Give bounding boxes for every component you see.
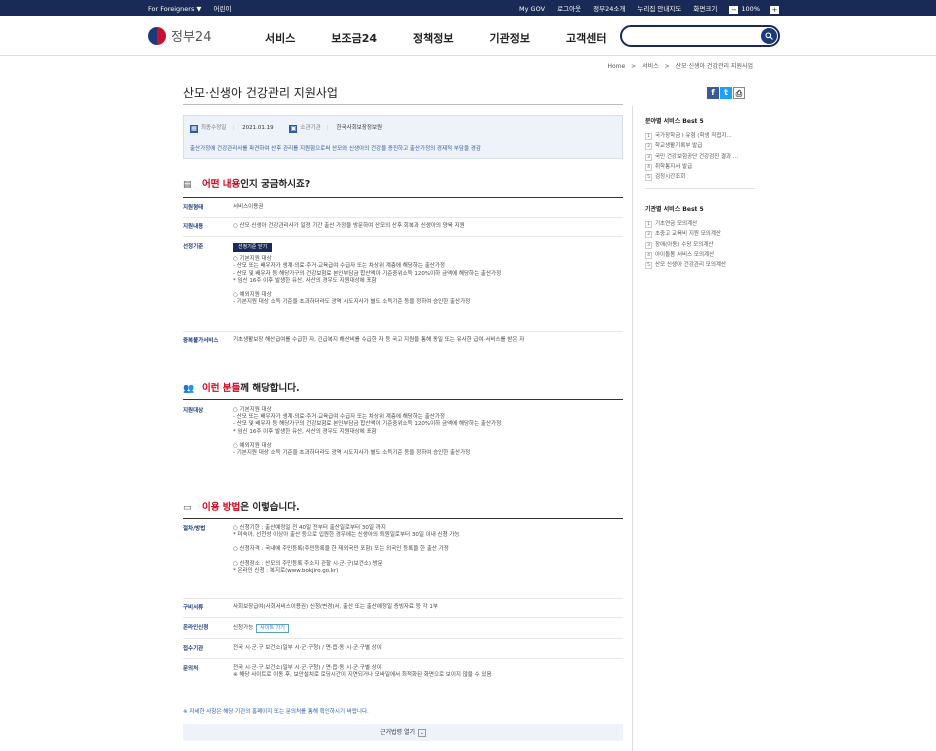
- taeguk-logo-icon: [148, 26, 166, 45]
- section-divider: [183, 399, 623, 400]
- search-icon: [765, 32, 773, 40]
- sidebar-item[interactable]: 1 기초연금 모의계산: [645, 219, 755, 229]
- zoom-in-button[interactable]: +: [770, 6, 779, 14]
- criteria-toggle-button[interactable]: 선정기준 닫기: [233, 243, 273, 253]
- row-label: 지원대상: [183, 408, 204, 414]
- breadcrumb-separator: >: [631, 63, 637, 70]
- row-value: 기초생활보장 해산급여를 수급한 자, 긴급복지 해산비를 수급한 자 등 국고…: [233, 337, 525, 343]
- sidebar-item[interactable]: 3 국민 건강보험공단 건강검진 결과 ...: [645, 152, 755, 162]
- logo[interactable]: 정부24: [148, 26, 211, 45]
- sidebar-item[interactable]: 4 아이돌봄 서비스 모의계산: [645, 250, 755, 260]
- nav-agency[interactable]: 기관정보: [490, 30, 530, 46]
- nav-policy[interactable]: 정책정보: [413, 30, 453, 46]
- row-label: 접수기관: [183, 646, 204, 652]
- facebook-icon[interactable]: f: [707, 87, 719, 99]
- chevron-down-icon: ⌄: [418, 729, 427, 737]
- org-value: 한국사회보장정보원: [336, 125, 383, 131]
- share-buttons: f t ⎙: [706, 87, 745, 99]
- sidebar-item[interactable]: 5 검정시간조회: [645, 172, 755, 182]
- nav-support[interactable]: 고객센터: [566, 30, 606, 46]
- sidebar-divider: [632, 106, 633, 751]
- row-label: 중복불가서비스: [183, 338, 219, 344]
- breadcrumb-service[interactable]: 서비스: [642, 63, 659, 70]
- row-value: ○ 산모·신생아 건강관리사가 일정 기간 출산 가정을 방문하여 산모의 산후…: [233, 223, 465, 229]
- row-label: 구비서류: [183, 605, 204, 611]
- row-value: 서비스이용권: [233, 204, 264, 210]
- title-divider: [183, 104, 623, 105]
- org-icon: ▣: [289, 125, 298, 133]
- sidebar-heading: 기관별 서비스 Best 5: [645, 206, 704, 213]
- sidebar-item[interactable]: 3 장애(아동) 수당 모의계산: [645, 240, 755, 250]
- section-divider: [183, 197, 623, 198]
- row-label: 선정기준: [183, 244, 204, 250]
- sidebar-org-best: 기관별 서비스 Best 5 1 기초연금 모의계산 2 초중고 교육비 지원 모의…: [645, 204, 755, 270]
- zoom-value: 100%: [741, 5, 760, 13]
- row-value: 전국 시·군·구 보건소(일부 시·군·구청) / 면·읍·동 시·군·구별 상…: [233, 645, 382, 651]
- law-toggle-button[interactable]: 근거법령 열기 ⌄: [183, 724, 623, 741]
- sidebar-field-best: 분야별 서비스 Best 5 1 국가장학금 Ⅰ 유형 (학생 직접지... 2학…: [645, 116, 755, 190]
- updated-value: 2021.01.19: [242, 125, 274, 131]
- search-box: [620, 25, 780, 47]
- twitter-icon[interactable]: t: [720, 87, 732, 99]
- service-description: 출산가정에 건강관리사를 파견하여 산후 관리를 지원함으로써 산모와 신생아의…: [190, 146, 481, 152]
- page-title: 산모·신생아 건강관리 지원사업: [183, 86, 338, 100]
- calendar-icon: ▦: [190, 125, 198, 133]
- for-foreigners-link[interactable]: For Foreigners ▼: [148, 5, 201, 13]
- kids-link[interactable]: 어린이: [214, 5, 232, 13]
- document-icon: ▤: [183, 180, 192, 190]
- sidebar-item[interactable]: 2 학교생활기록부 발급: [645, 141, 755, 151]
- sidebar-item[interactable]: 4 취학통지서 발급: [645, 162, 755, 172]
- zoom-label: 화면크기: [693, 5, 718, 13]
- sidebar-heading: 분야별 서비스 Best 5: [645, 118, 704, 125]
- logo-text: 정부24: [171, 30, 212, 45]
- go-site-button[interactable]: 사이트 가기: [256, 624, 289, 634]
- sitemap-link[interactable]: 누리집 안내지도: [637, 5, 681, 13]
- row-label: 지원내용: [183, 224, 204, 230]
- users-icon: 👥: [183, 384, 195, 394]
- section-how-heading: ▭ 이용 방법은 이렇습니다.: [183, 502, 300, 513]
- bottom-note: ※ 자세한 사항은 해당 기관의 홈페이지 또는 문의처를 통해 확인하시기 바…: [183, 709, 369, 715]
- section-who-heading: 👥 이런 분들께 해당합니다.: [183, 383, 300, 394]
- mygov-link[interactable]: My GOV: [519, 5, 545, 13]
- section-divider: [183, 518, 623, 519]
- breadcrumb: Home > 서비스 > 산모·신생아 건강관리 지원사업: [603, 61, 753, 70]
- header: 정부24 서비스 보조금24 정책정보 기관정보 고객센터: [0, 16, 936, 56]
- search-input[interactable]: [630, 30, 750, 43]
- logout-link[interactable]: 로그아웃: [557, 5, 581, 13]
- row-label: 지원형태: [183, 205, 204, 211]
- row-label: 문의처: [183, 666, 199, 672]
- row-label: 절차/방법: [183, 526, 206, 532]
- nav-service[interactable]: 서비스: [265, 30, 295, 46]
- about-link[interactable]: 정부24소개: [593, 5, 625, 13]
- main-nav: 서비스 보조금24 정책정보 기관정보 고객센터: [265, 30, 643, 46]
- breadcrumb-home[interactable]: Home: [607, 63, 625, 70]
- breadcrumb-current: 산모·신생아 건강관리 지원사업: [675, 63, 753, 70]
- row-label: 온라인신청: [183, 625, 209, 631]
- top-utility-bar: For Foreigners ▼ 어린이 My GOV 로그아웃 정부24소개 …: [0, 0, 936, 16]
- section-what-heading: ▤ 어떤 내용인지 궁금하시죠?: [183, 179, 311, 190]
- zoom-out-button[interactable]: −: [729, 6, 739, 14]
- service-info-box: ▦ 최종수정일 | 2021.01.19 ▣ 소관기관 | 한국사회보장정보원 출산가정에 …: [183, 115, 623, 159]
- updated-label: 최종수정일: [201, 125, 227, 131]
- print-icon[interactable]: ⎙: [733, 87, 745, 99]
- sidebar-item[interactable]: 5 산모 신생아 건강관리 모의계산: [645, 260, 755, 270]
- sidebar-item[interactable]: 1 국가장학금 Ⅰ 유형 (학생 직접지...: [645, 131, 755, 141]
- nav-subsidy[interactable]: 보조금24: [331, 30, 377, 46]
- row-value: 사회보장급여(사회서비스이용권) 신청(변경)서, 출산 또는 출산예정일 증빙…: [233, 604, 438, 610]
- monitor-icon: ▭: [183, 503, 192, 513]
- sidebar-item[interactable]: 2 초중고 교육비 지원 모의계산: [645, 229, 755, 239]
- breadcrumb-separator: >: [664, 63, 670, 70]
- org-label: 소관기관: [300, 125, 321, 131]
- search-button[interactable]: [761, 28, 777, 44]
